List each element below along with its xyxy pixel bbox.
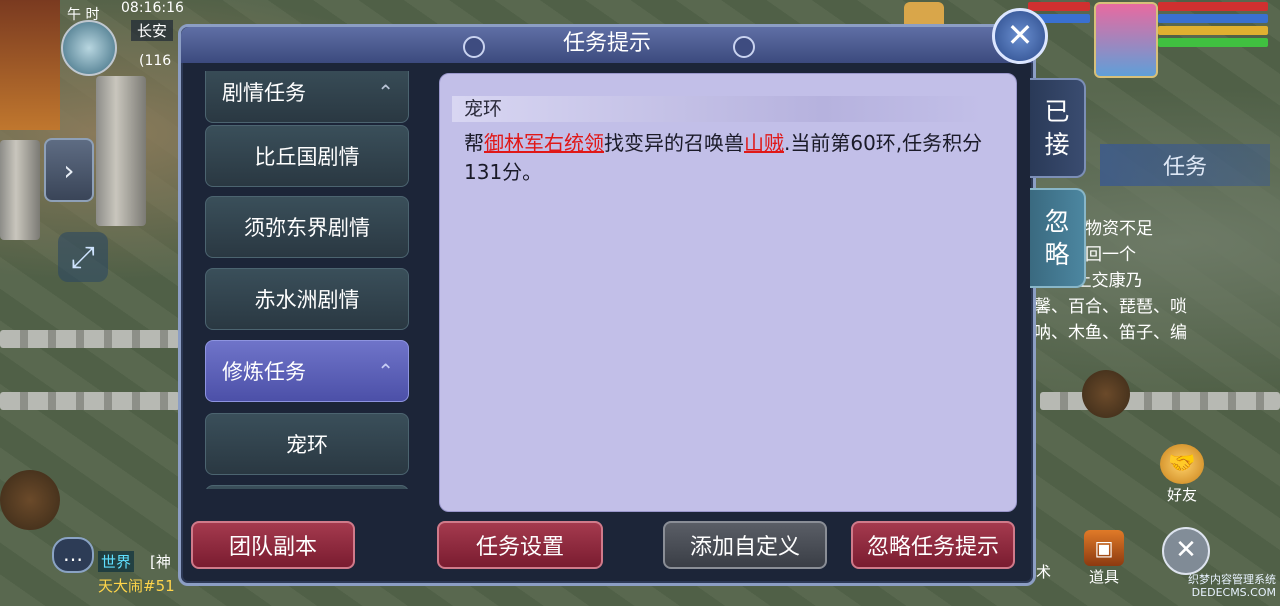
- list-item-label: 剧情任务: [222, 81, 306, 105]
- quest-settings-button[interactable]: 任务设置: [437, 521, 603, 569]
- tab-ignored[interactable]: 忽 略: [1030, 188, 1086, 288]
- handshake-icon: 🤝: [1160, 444, 1204, 484]
- map-emblem-icon[interactable]: [61, 20, 117, 76]
- chat-message: 天大闹#51: [98, 577, 175, 595]
- list-item-xumi[interactable]: 须弥东界剧情: [205, 196, 409, 258]
- skills-label: 术: [1036, 563, 1052, 581]
- list-item-label: 赤水洲剧情: [254, 288, 360, 312]
- list-item-partial[interactable]: [205, 485, 409, 489]
- quest-hint-dialog: 任务提示 剧情任务 ⌃ 比丘国剧情 须弥东界剧情 赤水洲剧情 修炼任务 ⌃ 宠环…: [178, 24, 1036, 586]
- npc-link[interactable]: 御林军右统领: [484, 131, 604, 155]
- clock-label: 08:16:16: [121, 0, 184, 16]
- chevron-up-icon: ⌃: [377, 359, 394, 383]
- list-item-biqiu[interactable]: 比丘国剧情: [205, 125, 409, 187]
- player-exp-bar: [1158, 38, 1268, 47]
- barrel: [0, 470, 60, 530]
- barrel: [1082, 370, 1130, 418]
- quest-tracker-tab[interactable]: 任务: [1100, 144, 1270, 186]
- title-ornament-icon: [463, 36, 485, 58]
- list-item-label: 宠环: [286, 433, 328, 457]
- expand-view-icon[interactable]: ⤢: [58, 232, 108, 282]
- tab-label: 接: [1044, 130, 1070, 159]
- category-story-quests[interactable]: 剧情任务 ⌃: [205, 71, 409, 123]
- ignore-quest-hint-button[interactable]: 忽略任务提示: [851, 521, 1015, 569]
- quest-text-part: 找变异的召唤兽: [604, 131, 744, 155]
- list-item-pet-ring[interactable]: 宠环: [205, 413, 409, 475]
- side-panel-toggle-icon[interactable]: ›: [44, 138, 94, 202]
- pet-hp-bar: [1028, 2, 1090, 11]
- category-training-quests[interactable]: 修炼任务 ⌃: [205, 340, 409, 402]
- stone-railing: [1040, 392, 1280, 410]
- list-item-label: 修炼任务: [222, 360, 306, 384]
- quest-detail-panel: 宠环 帮御林军右统领找变异的召唤兽山贼.当前第60环,任务积分131分。: [439, 73, 1017, 512]
- friends-button[interactable]: 🤝 好友: [1152, 444, 1212, 504]
- hud-close-icon[interactable]: ✕: [1162, 527, 1210, 575]
- tab-accepted[interactable]: 已 接: [1030, 78, 1086, 178]
- player-portrait-icon[interactable]: [1094, 2, 1158, 78]
- add-custom-button[interactable]: 添加自定义: [663, 521, 827, 569]
- dialog-title-bar: 任务提示: [181, 27, 1033, 63]
- team-dungeon-button[interactable]: 团队副本: [191, 521, 355, 569]
- list-item-label: 比丘国剧情: [254, 145, 360, 169]
- stone-railing: [0, 392, 180, 410]
- map-name[interactable]: 长安: [131, 20, 174, 41]
- inventory-button[interactable]: ▣ 道具: [1076, 530, 1132, 586]
- chat-channel-label[interactable]: 世界: [98, 551, 135, 572]
- watermark: 织梦内容管理系统 DEDECMS.COM: [1170, 573, 1276, 599]
- skills-button[interactable]: 术: [1032, 530, 1064, 586]
- tab-label: 忽: [1044, 207, 1070, 236]
- coordinate-readout: (116: [139, 53, 172, 69]
- quest-detail-text: 帮御林军右统领找变异的召唤兽山贼.当前第60环,任务积分131分。: [464, 129, 1004, 187]
- tab-label: 已: [1044, 97, 1070, 126]
- player-anger-bar: [1158, 26, 1268, 35]
- target-link[interactable]: 山贼: [744, 131, 784, 155]
- quest-category-list[interactable]: 剧情任务 ⌃ 比丘国剧情 须弥东界剧情 赤水洲剧情 修炼任务 ⌃ 宠环: [201, 71, 413, 489]
- watermark-line-2: DEDECMS.COM: [1191, 586, 1276, 599]
- watermark-line-1: 织梦内容管理系统: [1188, 573, 1276, 586]
- dialog-close-button[interactable]: ✕: [992, 8, 1048, 64]
- time-period-label: 午 时: [67, 7, 100, 23]
- stone-railing: [0, 330, 180, 348]
- chat-channel-label-2: [神: [150, 553, 171, 571]
- quest-text-part: 帮: [464, 131, 484, 155]
- player-hp-bar: [1158, 2, 1268, 11]
- player-status-bars: [1158, 2, 1268, 50]
- title-ornament-icon: [733, 36, 755, 58]
- player-mp-bar: [1158, 14, 1268, 23]
- stone-pillar: [0, 140, 40, 240]
- quest-tracker-line: 呐、木鱼、笛子、编: [1034, 323, 1187, 343]
- chevron-up-icon: ⌃: [377, 80, 394, 104]
- friends-label: 好友: [1166, 486, 1197, 504]
- list-item-label: 须弥东界剧情: [244, 216, 370, 240]
- quest-tracker-line: 馨、百合、琵琶、唢: [1034, 297, 1187, 317]
- list-item-chishui[interactable]: 赤水洲剧情: [205, 268, 409, 330]
- tab-label: 略: [1044, 240, 1070, 269]
- dialog-title: 任务提示: [562, 31, 651, 56]
- inventory-label: 道具: [1088, 568, 1119, 586]
- building-roof: [0, 0, 60, 130]
- quest-detail-header: 宠环: [452, 96, 982, 122]
- chat-bubble-icon[interactable]: …: [52, 537, 94, 573]
- stone-pillar: [96, 76, 146, 226]
- treasure-chest-icon: ▣: [1084, 530, 1124, 566]
